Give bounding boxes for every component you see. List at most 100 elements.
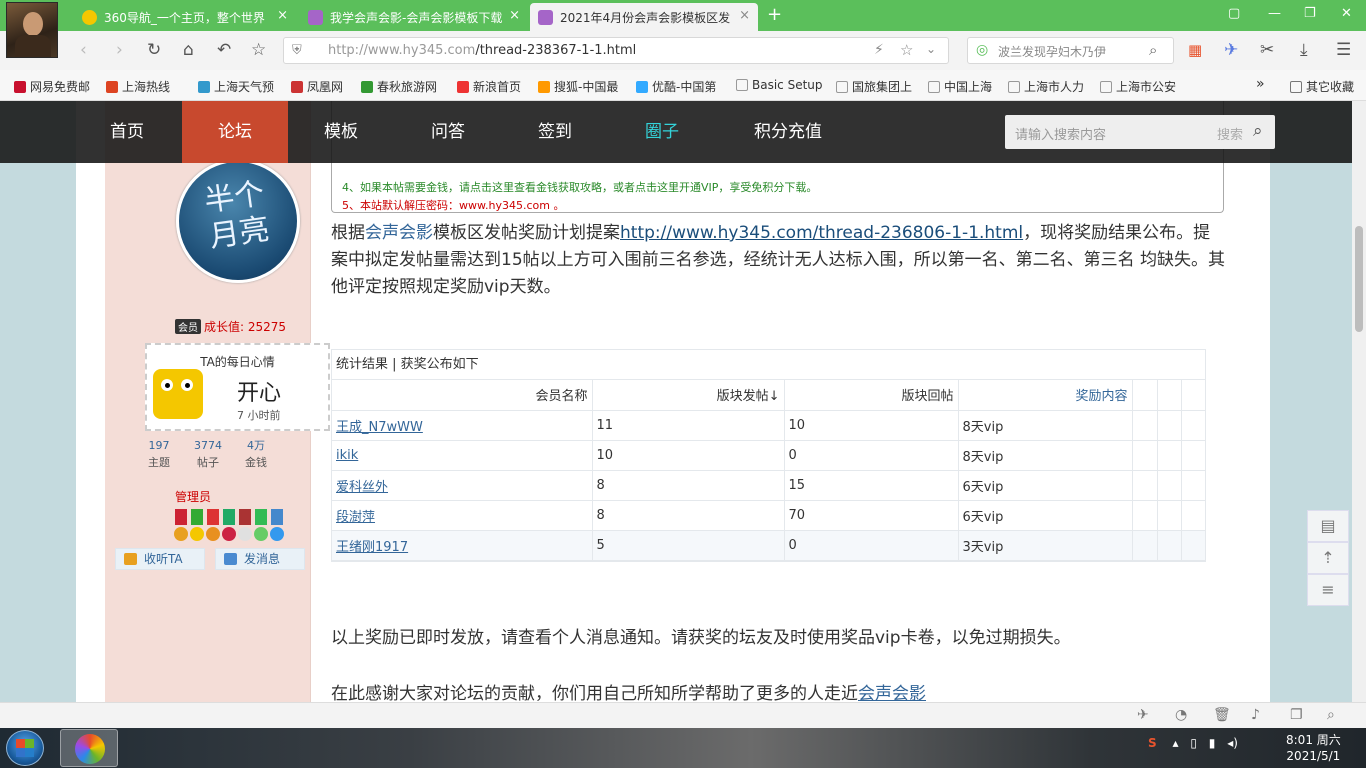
- comment-icon[interactable]: ▤: [1307, 510, 1349, 542]
- volume-icon[interactable]: ♪: [1251, 707, 1260, 723]
- minimize-icon[interactable]: —: [1268, 6, 1281, 21]
- tab-360-nav[interactable]: 360导航_一个主页，整个世界 ×: [74, 3, 296, 31]
- menu-icon[interactable]: ☰: [1336, 40, 1351, 60]
- search-icon[interactable]: ⌕: [1253, 121, 1263, 141]
- medal-icon[interactable]: [238, 509, 252, 545]
- bookmark-item[interactable]: 凤凰网: [291, 78, 351, 95]
- medal-icon[interactable]: [254, 509, 268, 545]
- proposal-url-link[interactable]: http://www.hy345.com/thread-236806-1-1.h…: [620, 223, 1023, 243]
- chevron-down-icon[interactable]: ⌄: [926, 42, 936, 56]
- bookmark-item[interactable]: 春秋旅游网: [361, 78, 445, 95]
- member-link[interactable]: 王绪刚1917: [336, 540, 408, 555]
- list-icon[interactable]: ≡: [1307, 574, 1349, 606]
- bookmark-item[interactable]: 国旅集团上: [836, 78, 916, 95]
- network-icon[interactable]: ▮: [1209, 736, 1216, 750]
- speed-icon[interactable]: ◔: [1175, 707, 1187, 723]
- bookmark-item[interactable]: 新浪首页: [457, 78, 529, 95]
- member-link[interactable]: ikik: [336, 448, 358, 463]
- nav-checkin[interactable]: 签到: [502, 101, 608, 163]
- follow-button[interactable]: 收听TA: [115, 548, 205, 570]
- download-icon[interactable]: ⤓: [1300, 40, 1308, 60]
- header-reward[interactable]: 奖励内容: [958, 380, 1133, 411]
- window-icon[interactable]: ❐: [1290, 707, 1303, 723]
- stat-posts[interactable]: 3774 帖子: [183, 437, 233, 471]
- site-search-button[interactable]: 搜索: [1217, 124, 1243, 143]
- bird-icon[interactable]: ✈: [1224, 40, 1238, 60]
- other-bookmarks[interactable]: 其它收藏: [1290, 78, 1354, 95]
- medal-icon[interactable]: [190, 509, 204, 545]
- bookmark-item[interactable]: 上海热线: [106, 78, 186, 95]
- address-bar[interactable]: ⛨ http://www.hy345.com/thread-238367-1-1…: [283, 37, 949, 64]
- medal-icon[interactable]: [270, 509, 284, 545]
- shirt-skin-icon[interactable]: ▢: [1228, 6, 1240, 21]
- trash-icon[interactable]: 🗑: [1213, 707, 1231, 723]
- volume-icon[interactable]: ◂): [1227, 736, 1238, 750]
- nav-templates[interactable]: 模板: [288, 101, 394, 163]
- undo-icon[interactable]: ↶: [217, 40, 231, 60]
- bookmark-item[interactable]: 上海天气预: [198, 78, 278, 95]
- start-button[interactable]: [6, 730, 44, 766]
- nav-forum[interactable]: 论坛: [182, 101, 288, 163]
- user-avatar[interactable]: [6, 2, 58, 58]
- new-tab-button[interactable]: +: [767, 4, 782, 25]
- lightning-icon[interactable]: ⚡: [874, 42, 884, 58]
- bookmark-item[interactable]: 上海市公安: [1100, 78, 1180, 95]
- header-replies[interactable]: 版块回帖: [784, 380, 959, 411]
- member-link[interactable]: 段澍萍: [336, 510, 375, 525]
- bookmark-item[interactable]: 搜狐-中国最: [538, 78, 622, 95]
- back-to-top-icon[interactable]: ⇡: [1307, 542, 1349, 574]
- site-search[interactable]: 请输入搜索内容 搜索 ⌕: [1005, 115, 1275, 149]
- bookmark-item[interactable]: Basic Setup: [736, 78, 826, 92]
- close-icon[interactable]: ×: [277, 8, 288, 23]
- nav-points-recharge[interactable]: 积分充值: [724, 101, 852, 163]
- favorite-star-icon[interactable]: ☆: [900, 41, 913, 59]
- star-icon[interactable]: ☆: [251, 40, 266, 60]
- close-icon[interactable]: ×: [509, 8, 520, 23]
- restore-icon[interactable]: ❐: [1304, 6, 1316, 21]
- stat-topics[interactable]: 197 主题: [134, 437, 184, 471]
- tray-expand-icon[interactable]: ▴: [1172, 736, 1178, 750]
- url-text[interactable]: http://www.hy345.com/thread-238367-1-1.h…: [328, 43, 636, 58]
- security-shield-icon[interactable]: ⛨: [292, 43, 302, 58]
- ime-icon[interactable]: S: [1148, 736, 1157, 750]
- hy-link[interactable]: 会声会影: [858, 684, 926, 702]
- accelerator-icon[interactable]: ✈: [1137, 707, 1149, 723]
- browser-search-box[interactable]: ◎ 波兰发现孕妇木乃伊 ⌕: [967, 37, 1174, 64]
- profile-avatar[interactable]: 半个月亮: [176, 159, 300, 283]
- header-member[interactable]: 会员名称: [332, 380, 593, 411]
- bookmarks-more-button[interactable]: »: [1256, 76, 1265, 92]
- scrollbar-thumb[interactable]: [1355, 226, 1363, 332]
- window-close-icon[interactable]: ✕: [1341, 6, 1352, 21]
- nav-circle[interactable]: 圈子: [609, 101, 715, 163]
- bookmark-item[interactable]: 优酷-中国第: [636, 78, 720, 95]
- medal-icon[interactable]: [222, 509, 236, 545]
- clock[interactable]: 8:01 周六 2021/5/1: [1286, 732, 1341, 764]
- back-icon[interactable]: ‹: [80, 40, 87, 60]
- tab-hy345-home[interactable]: 我学会声会影-会声会影模板下载 ×: [300, 3, 528, 31]
- stat-money[interactable]: 4万 金钱: [231, 437, 281, 471]
- bookmark-item[interactable]: 中国上海: [928, 78, 998, 95]
- apps-grid-icon[interactable]: ▦: [1188, 41, 1202, 59]
- home-icon[interactable]: ⌂: [183, 40, 194, 60]
- nav-home[interactable]: 首页: [74, 101, 180, 163]
- member-link[interactable]: 王成_N7wWW: [336, 420, 423, 435]
- hy-link[interactable]: 会声会影: [365, 223, 433, 243]
- reload-icon[interactable]: ↻: [147, 40, 161, 60]
- medal-icon[interactable]: [206, 509, 220, 545]
- tab-active-thread[interactable]: 2021年4月份会声会影模板区发 ×: [530, 3, 758, 31]
- send-message-button[interactable]: 发消息: [215, 548, 305, 570]
- device-icon[interactable]: ▯: [1190, 736, 1197, 750]
- page-scrollbar[interactable]: [1352, 101, 1366, 702]
- bookmark-item[interactable]: 网易免费邮: [14, 78, 94, 95]
- nav-qa[interactable]: 问答: [395, 101, 501, 163]
- bookmark-item[interactable]: 上海市人力: [1008, 78, 1088, 95]
- member-link[interactable]: 爱科丝外: [336, 480, 388, 495]
- medal-icon[interactable]: [174, 509, 188, 545]
- search-icon[interactable]: ⌕: [1149, 41, 1157, 59]
- notice-line-vip[interactable]: 4、如果本帖需要金钱，请点击这里查看金钱获取攻略，或者点击这里开通VIP，享受免…: [342, 179, 817, 195]
- taskbar-browser-app[interactable]: [60, 729, 118, 767]
- header-posts[interactable]: 版块发帖↓: [592, 380, 785, 411]
- close-icon[interactable]: ×: [739, 8, 750, 23]
- site-search-input[interactable]: 请输入搜索内容: [1015, 124, 1106, 143]
- forward-icon[interactable]: ›: [116, 40, 123, 60]
